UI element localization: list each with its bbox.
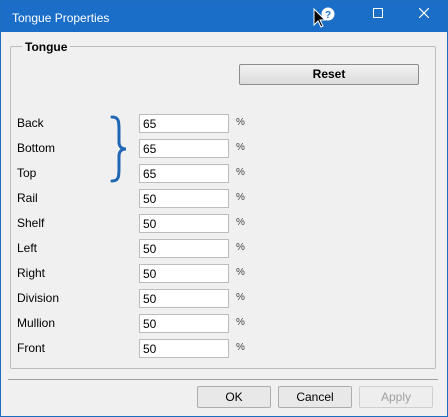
unit-left: % [236,242,245,253]
apply-button[interactable]: Apply [359,386,433,408]
close-icon[interactable] [401,1,447,32]
label-mullion: Mullion [17,316,56,330]
input-bottom[interactable] [139,139,229,158]
unit-top: % [236,167,245,178]
unit-bottom: % [236,142,245,153]
label-back: Back [17,116,44,130]
label-division: Division [17,291,60,305]
window-title: Tongue Properties [12,11,110,25]
brace-icon [110,115,127,183]
svg-text:?: ? [325,10,331,21]
input-division[interactable] [139,289,229,308]
label-left: Left [17,241,38,255]
label-bottom: Bottom [17,141,56,155]
input-rail[interactable] [139,189,229,208]
unit-front: % [236,342,245,353]
unit-back: % [236,117,245,128]
label-top: Top [17,166,37,180]
input-right[interactable] [139,264,229,283]
unit-right: % [236,267,245,278]
unit-mullion: % [236,317,245,328]
input-back[interactable] [139,114,229,133]
label-front: Front [17,341,46,355]
label-right: Right [17,266,46,280]
group-title: Tongue [22,40,71,54]
maximize-icon[interactable] [355,1,401,32]
title-bar[interactable]: Tongue Properties ? [1,1,447,32]
unit-rail: % [236,192,245,203]
reset-button[interactable]: Reset [239,64,419,85]
input-top[interactable] [139,164,229,183]
label-shelf: Shelf [17,216,45,230]
input-shelf[interactable] [139,214,229,233]
label-rail: Rail [17,191,38,205]
help-cursor-icon[interactable]: ? [311,6,337,30]
unit-division: % [236,292,245,303]
separator [8,379,438,380]
unit-shelf: % [236,217,245,228]
cancel-button[interactable]: Cancel [278,386,352,408]
input-front[interactable] [139,339,229,358]
input-left[interactable] [139,239,229,258]
input-mullion[interactable] [139,314,229,333]
ok-button[interactable]: OK [197,386,271,408]
